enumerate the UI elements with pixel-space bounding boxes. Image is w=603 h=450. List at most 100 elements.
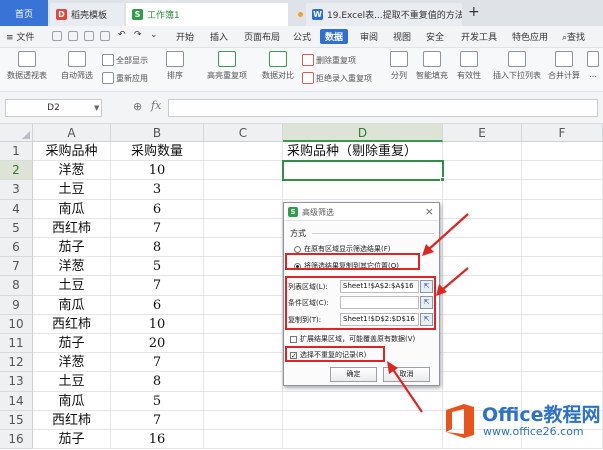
cell-a4[interactable]: 南瓜 — [33, 199, 111, 219]
cell-b15[interactable]: 7 — [111, 410, 204, 430]
row-header-15[interactable]: 15 — [0, 410, 33, 430]
auto-filter-button[interactable]: 自动筛选 — [56, 51, 98, 81]
redo-icon[interactable]: ↷ — [134, 30, 142, 40]
cell-e1[interactable] — [443, 142, 522, 162]
cell-b7[interactable]: 5 — [111, 257, 204, 277]
menu-developer[interactable]: 开发工具 — [461, 30, 497, 43]
column-header-a[interactable]: A — [33, 124, 111, 142]
cell-e6[interactable] — [443, 238, 522, 258]
row-header-1[interactable]: 1 — [0, 142, 33, 162]
cell-f2[interactable] — [522, 161, 603, 181]
split-column-button[interactable]: 分列 — [388, 51, 410, 81]
cell-e8[interactable] — [443, 276, 522, 296]
save-icon[interactable] — [52, 31, 62, 41]
cell-e11[interactable] — [443, 334, 522, 354]
menu-insert[interactable]: 插入 — [210, 30, 228, 43]
cell-c8[interactable] — [204, 276, 283, 296]
consolidate-button[interactable]: 合并计算 — [546, 51, 582, 81]
cell-b12[interactable]: 7 — [111, 353, 204, 373]
row-header-2[interactable]: 2 — [0, 161, 33, 181]
row-header-11[interactable]: 11 — [0, 334, 33, 354]
menu-home[interactable]: 开始 — [176, 30, 194, 43]
cell-c16[interactable] — [204, 430, 283, 450]
cell-c12[interactable] — [204, 353, 283, 373]
row-header-3[interactable]: 3 — [0, 180, 33, 200]
menu-review[interactable]: 审阅 — [360, 30, 378, 43]
highlight-duplicates-button[interactable]: 高亮重复项 — [200, 51, 254, 81]
cell-b11[interactable]: 20 — [111, 334, 204, 354]
validity-button[interactable]: 有效性 — [454, 51, 484, 81]
print-icon[interactable] — [68, 31, 78, 41]
cell-f1[interactable] — [522, 142, 603, 162]
more-tools-button[interactable]: ... — [584, 51, 602, 79]
cell-a16[interactable]: 茄子 — [33, 430, 111, 450]
reapply-button[interactable]: 重新应用 — [102, 72, 148, 84]
name-box[interactable]: D2 — [5, 99, 102, 117]
cell-f9[interactable] — [522, 295, 603, 315]
cell-a8[interactable]: 土豆 — [33, 276, 111, 296]
column-header-b[interactable]: B — [111, 124, 204, 142]
cell-a12[interactable]: 洋葱 — [33, 353, 111, 373]
cell-b6[interactable]: 8 — [111, 238, 204, 258]
cell-a6[interactable]: 茄子 — [33, 238, 111, 258]
zoom-icon[interactable]: ⊕ — [133, 100, 142, 113]
select-all-corner[interactable] — [0, 124, 33, 142]
row-header-5[interactable]: 5 — [0, 218, 33, 238]
cell-b5[interactable]: 7 — [111, 218, 204, 238]
formula-input[interactable] — [168, 99, 598, 117]
cell-d16[interactable] — [283, 430, 443, 450]
row-header-8[interactable]: 8 — [0, 276, 33, 296]
cell-c11[interactable] — [204, 334, 283, 354]
row-header-7[interactable]: 7 — [0, 257, 33, 277]
cell-f10[interactable] — [522, 314, 603, 334]
cell-d1[interactable]: 采购品种（剔除重复） — [283, 142, 443, 162]
cell-c7[interactable] — [204, 257, 283, 277]
cell-f12[interactable] — [522, 353, 603, 373]
cell-b2[interactable]: 10 — [111, 161, 204, 181]
row-header-9[interactable]: 9 — [0, 295, 33, 315]
cell-a3[interactable]: 土豆 — [33, 180, 111, 200]
chevron-down-icon[interactable]: ⌄ — [150, 30, 158, 40]
expand-range-checkbox[interactable]: 扩展结果区域，可能覆盖原有数据(V) — [290, 334, 415, 344]
cell-b8[interactable]: 7 — [111, 276, 204, 296]
chevron-down-icon[interactable]: ▼ — [94, 104, 99, 112]
cell-a2[interactable]: 洋葱 — [33, 161, 111, 181]
delete-duplicates-button[interactable]: 删除重复项 — [302, 54, 356, 66]
cell-d15[interactable] — [283, 410, 443, 430]
menu-security[interactable]: 安全 — [426, 30, 444, 43]
cell-b1[interactable]: 采购数量 — [111, 142, 204, 162]
cell-c1[interactable] — [204, 142, 283, 162]
tab-home[interactable]: 首页 — [0, 0, 48, 26]
cell-c15[interactable] — [204, 410, 283, 430]
column-header-c[interactable]: C — [204, 124, 283, 142]
cell-e13[interactable] — [443, 372, 522, 392]
pivot-table-button[interactable]: 数据透视表 — [4, 51, 50, 81]
tab-workbook[interactable]: S 工作簿1 — [126, 3, 288, 26]
cell-a1[interactable]: 采购品种 — [33, 142, 111, 162]
cell-b16[interactable]: 16 — [111, 430, 204, 450]
menu-formula[interactable]: 公式 — [293, 30, 311, 43]
menu-special[interactable]: 特色应用 — [512, 30, 548, 43]
cell-c5[interactable] — [204, 218, 283, 238]
cell-f6[interactable] — [522, 238, 603, 258]
cell-c3[interactable] — [204, 180, 283, 200]
row-header-6[interactable]: 6 — [0, 238, 33, 258]
smart-fill-button[interactable]: 智能填充 — [414, 51, 450, 81]
cell-b13[interactable]: 8 — [111, 372, 204, 392]
new-tab-icon[interactable]: + — [468, 4, 480, 20]
row-header-10[interactable]: 10 — [0, 314, 33, 334]
cell-e4[interactable] — [443, 199, 522, 219]
row-header-16[interactable]: 16 — [0, 430, 33, 450]
row-header-12[interactable]: 12 — [0, 353, 33, 373]
cell-e7[interactable] — [443, 257, 522, 277]
row-header-13[interactable]: 13 — [0, 372, 33, 392]
radio-in-place-circle[interactable] — [294, 245, 301, 253]
cell-b10[interactable]: 10 — [111, 314, 204, 334]
cell-f7[interactable] — [522, 257, 603, 277]
fx-icon[interactable]: fx — [151, 99, 161, 112]
undo-icon[interactable]: ↶ — [118, 30, 126, 40]
cell-c10[interactable] — [204, 314, 283, 334]
cell-f13[interactable] — [522, 372, 603, 392]
expand-range-box[interactable] — [290, 335, 297, 343]
reject-duplicates-button[interactable]: 拒绝录入重复项 — [302, 72, 372, 84]
